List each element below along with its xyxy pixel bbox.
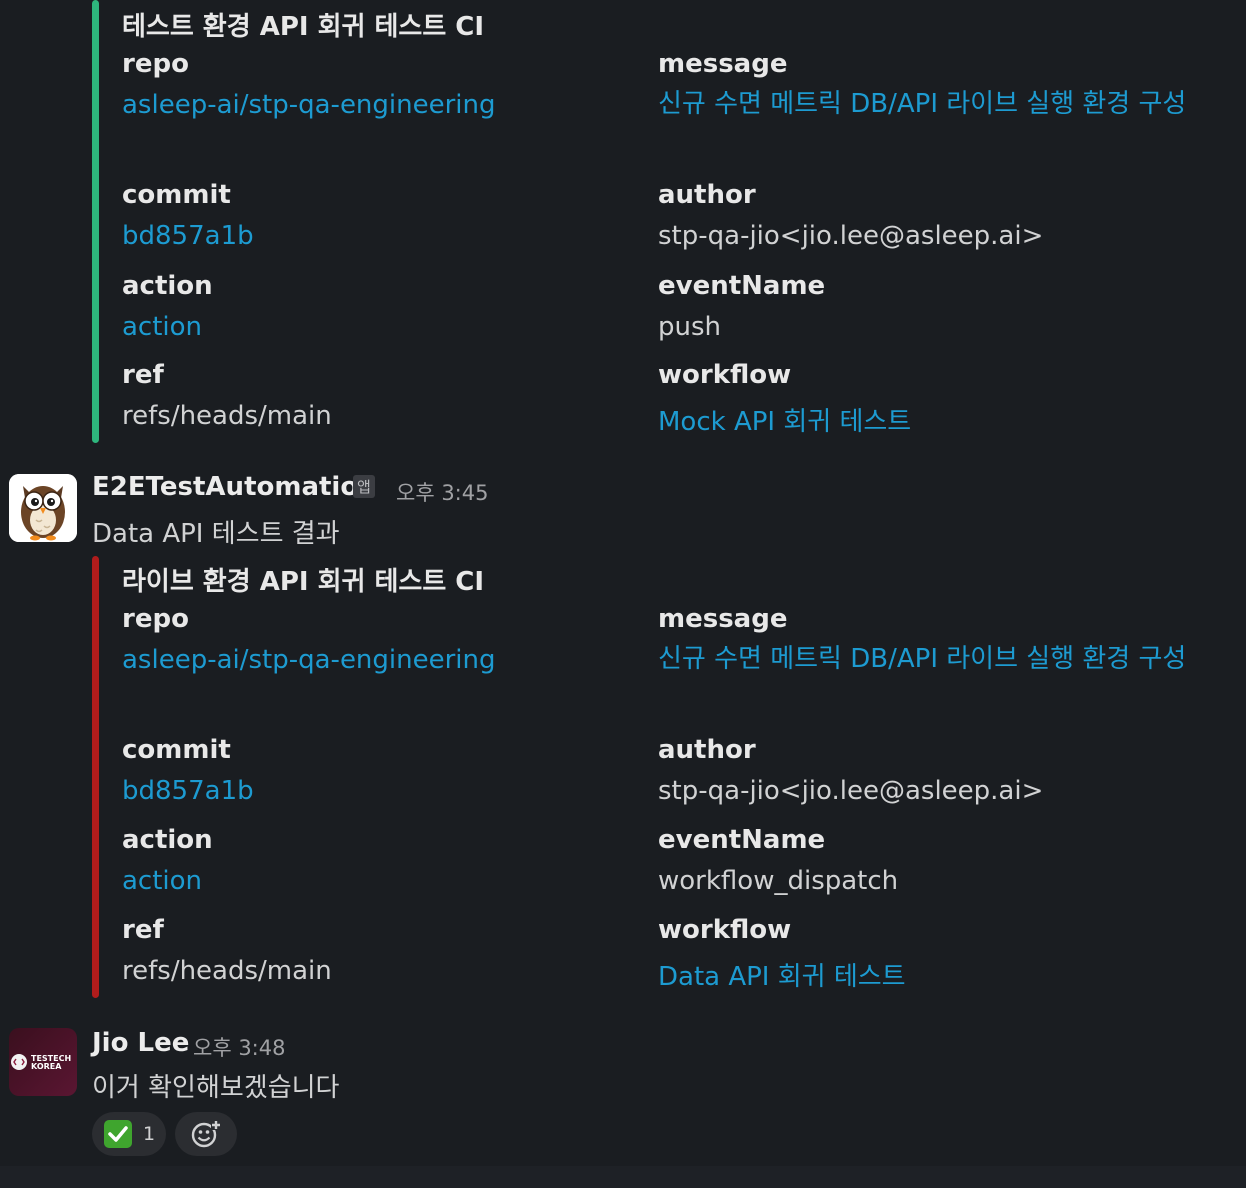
author-value: stp-qa-jio<jio.lee@asleep.ai>	[658, 776, 1044, 806]
workflow-label: workflow	[658, 915, 792, 945]
add-reaction-icon	[191, 1120, 221, 1148]
bottom-divider	[0, 1166, 1246, 1188]
testech-korea-logo-icon: TESTECH KOREA	[11, 1054, 71, 1071]
repo-label: repo	[122, 49, 189, 79]
add-reaction-button[interactable]	[175, 1112, 237, 1156]
repo-link[interactable]: asleep-ai/stp-qa-engineering	[122, 90, 496, 120]
avatar[interactable]	[9, 474, 77, 542]
message-link[interactable]: 신규 수면 메트릭 DB/API 라이브 실행 환경 구성	[658, 639, 1198, 680]
svg-text:KOREA: KOREA	[31, 1062, 62, 1071]
commit-link[interactable]: bd857a1b	[122, 776, 254, 806]
attachment-title: 테스트 환경 API 회귀 테스트 CI	[122, 12, 485, 42]
commit-label: commit	[122, 735, 231, 765]
action-link[interactable]: action	[122, 866, 202, 896]
workflow-link[interactable]: Data API 회귀 테스트	[658, 956, 906, 993]
ref-label: ref	[122, 915, 164, 945]
owl-icon	[9, 474, 77, 542]
attachment-title: 라이브 환경 API 회귀 테스트 CI	[122, 567, 485, 597]
message-text: 이거 확인해보겠습니다	[92, 1073, 340, 1103]
timestamp[interactable]: 오후 3:48	[193, 1032, 285, 1062]
event-name-label: eventName	[658, 825, 826, 855]
attachment-color-bar	[92, 556, 99, 998]
repo-label: repo	[122, 604, 189, 634]
attachment-color-bar	[92, 0, 99, 443]
sender-name[interactable]: Jio Lee	[92, 1028, 189, 1058]
sender-name[interactable]: E2ETestAutomation	[92, 472, 377, 502]
avatar[interactable]: TESTECH KOREA	[9, 1028, 77, 1096]
workflow-link[interactable]: Mock API 회귀 테스트	[658, 401, 911, 438]
action-label: action	[122, 825, 213, 855]
ref-label: ref	[122, 360, 164, 390]
repo-link[interactable]: asleep-ai/stp-qa-engineering	[122, 645, 496, 675]
check-mark-icon	[103, 1120, 132, 1148]
action-label: action	[122, 271, 213, 301]
commit-link[interactable]: bd857a1b	[122, 221, 254, 251]
message-text: Data API 테스트 결과	[92, 519, 340, 549]
ref-value: refs/heads/main	[122, 401, 332, 431]
reaction-pill[interactable]: 1	[92, 1112, 166, 1156]
author-value: stp-qa-jio<jio.lee@asleep.ai>	[658, 221, 1044, 251]
ref-value: refs/heads/main	[122, 956, 332, 986]
reaction-count: 1	[142, 1123, 156, 1145]
workflow-label: workflow	[658, 360, 792, 390]
message-label: message	[658, 49, 788, 79]
timestamp[interactable]: 오후 3:45	[396, 477, 488, 507]
action-link[interactable]: action	[122, 312, 202, 342]
message-label: message	[658, 604, 788, 634]
event-name-label: eventName	[658, 271, 826, 301]
commit-label: commit	[122, 180, 231, 210]
author-label: author	[658, 735, 756, 765]
event-name-value: push	[658, 312, 722, 342]
author-label: author	[658, 180, 756, 210]
app-badge: 앱	[353, 475, 375, 498]
event-name-value: workflow_dispatch	[658, 866, 899, 896]
message-link[interactable]: 신규 수면 메트릭 DB/API 라이브 실행 환경 구성	[658, 84, 1198, 125]
